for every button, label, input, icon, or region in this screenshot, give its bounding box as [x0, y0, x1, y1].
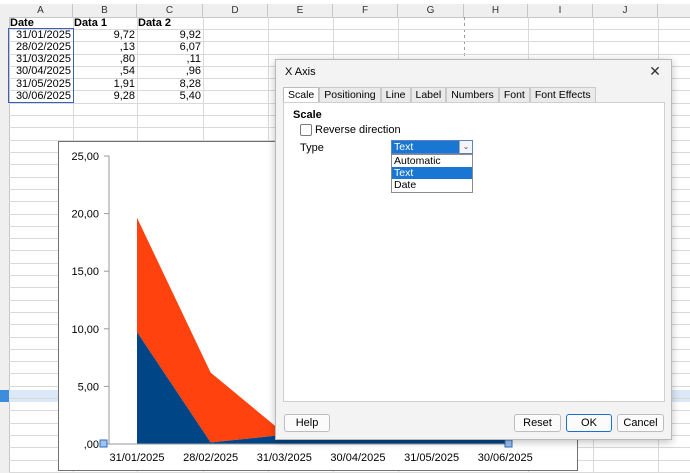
column-header-h[interactable]: H	[464, 4, 528, 17]
cell-data-1[interactable]: 1,91	[73, 78, 137, 90]
column-header-c[interactable]: C	[137, 4, 203, 17]
column-header-b[interactable]: B	[73, 4, 137, 17]
x-tick-label: 28/02/2025	[183, 452, 238, 464]
close-icon[interactable]: ✕	[647, 63, 663, 79]
cancel-button[interactable]: Cancel	[617, 414, 664, 432]
column-header-e[interactable]: E	[268, 4, 333, 17]
column-header-g[interactable]: G	[398, 4, 464, 17]
cell-data-1[interactable]: 9,28	[73, 90, 137, 102]
column-header-j[interactable]: J	[593, 4, 658, 17]
tab-font-effects[interactable]: Font Effects	[529, 87, 596, 102]
type-dropdown-list: Automatic Text Date	[391, 154, 473, 193]
section-title-scale: Scale	[293, 109, 322, 121]
help-button[interactable]: Help	[284, 414, 330, 432]
scale-tab-panel: Scale Reverse direction Type Text ⌄ Auto…	[283, 102, 665, 402]
dialog-title: X Axis	[285, 66, 316, 78]
x-tick-label: 30/04/2025	[330, 452, 385, 464]
ok-button[interactable]: OK	[566, 414, 612, 432]
x-tick-label: 31/03/2025	[257, 452, 312, 464]
option-date[interactable]: Date	[392, 179, 472, 191]
x-tick-label: 31/01/2025	[109, 452, 164, 464]
cell-data-1[interactable]: ,13	[73, 41, 137, 53]
column-header-i[interactable]: I	[528, 4, 593, 17]
cell-data-2[interactable]: ,96	[137, 65, 203, 77]
cell-data-2[interactable]: 9,92	[137, 29, 203, 41]
y-tick-label: 10,00	[71, 324, 99, 336]
cell-data-1[interactable]: ,80	[73, 53, 137, 65]
y-tick-label: 15,00	[71, 266, 99, 278]
y-tick-label: ,00	[84, 439, 99, 451]
type-label: Type	[300, 142, 324, 154]
column-header-f[interactable]: F	[333, 4, 398, 17]
tab-label[interactable]: Label	[410, 87, 447, 102]
dialog-tabs: Scale Positioning Line Label Numbers Fon…	[283, 87, 596, 102]
option-text[interactable]: Text	[392, 167, 472, 179]
column-header-row: A B C D E F G H I J	[0, 4, 690, 18]
selected-row-header[interactable]	[0, 390, 9, 402]
cell-data-1[interactable]: ,54	[73, 65, 137, 77]
cell-data-2[interactable]: 6,07	[137, 41, 203, 53]
cell-data-1[interactable]: 9,72	[73, 29, 137, 41]
reverse-direction-label[interactable]: Reverse direction	[315, 124, 401, 136]
cell-data-2[interactable]: 5,40	[137, 90, 203, 102]
axis-handle-left	[99, 439, 108, 448]
tab-line[interactable]: Line	[380, 87, 411, 102]
header-cell-data-2[interactable]: Data 2	[137, 17, 203, 29]
reverse-direction-checkbox[interactable]	[300, 124, 312, 136]
header-cell-data-1[interactable]: Data 1	[73, 17, 137, 29]
axis-handle-right	[504, 439, 513, 448]
tab-scale[interactable]: Scale	[283, 87, 320, 102]
type-select[interactable]: Text ⌄	[391, 140, 473, 154]
chevron-down-icon[interactable]: ⌄	[459, 141, 472, 153]
y-tick-label: 5,00	[78, 381, 99, 393]
tab-font[interactable]: Font	[498, 87, 530, 102]
x-tick-label: 30/06/2025	[478, 452, 533, 464]
x-axis-dialog: X Axis ✕ Scale Positioning Line Label Nu…	[275, 59, 672, 440]
tab-numbers[interactable]: Numbers	[446, 87, 499, 102]
y-tick-label: 25,00	[71, 151, 99, 163]
reset-button[interactable]: Reset	[514, 414, 561, 432]
column-header-d[interactable]: D	[203, 4, 268, 17]
date-range-selection	[8, 28, 74, 103]
y-tick-label: 20,00	[71, 209, 99, 221]
cell-data-2[interactable]: ,11	[137, 53, 203, 65]
cell-data-2[interactable]: 8,28	[137, 78, 203, 90]
option-automatic[interactable]: Automatic	[392, 155, 472, 167]
column-header-a[interactable]: A	[9, 4, 73, 17]
x-tick-label: 31/05/2025	[404, 452, 459, 464]
tab-positioning[interactable]: Positioning	[319, 87, 381, 102]
type-select-value: Text	[394, 141, 414, 153]
